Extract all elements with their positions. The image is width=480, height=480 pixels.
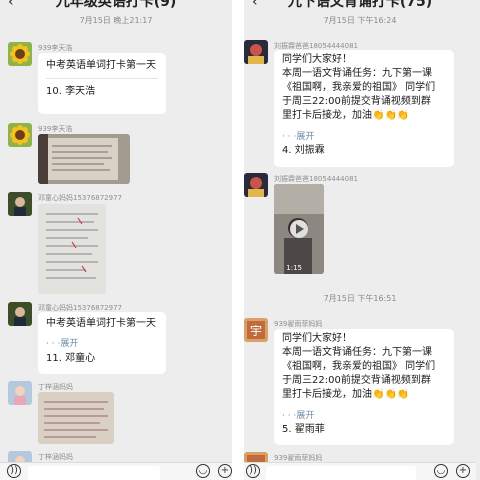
card-entry: 4. 刘振霖: [282, 145, 325, 156]
card-entry: 5. 翟雨菲: [282, 424, 325, 435]
avatar-user[interactable]: [8, 381, 32, 405]
photo-notebook[interactable]: [38, 134, 130, 184]
sender-name: 939李天浩: [38, 125, 73, 133]
sender-name: 丁梓涵妈妈: [38, 383, 73, 391]
avatar-user[interactable]: [244, 40, 268, 64]
video-duration: 1:15: [286, 264, 302, 272]
solitaire-card[interactable]: 中考英语单词打卡第一天 · · ·展开 11. 邓童心: [38, 312, 166, 374]
message-input[interactable]: [266, 466, 416, 480]
card-line: 同学们大家好！: [282, 333, 352, 344]
card-line: 于周三22:00前提交背诵视频到群: [282, 96, 431, 107]
ellipsis: · · ·: [46, 339, 61, 349]
expand-link[interactable]: 展开: [296, 132, 314, 142]
avatar-user[interactable]: [244, 173, 268, 197]
avatar-user[interactable]: [8, 192, 32, 216]
card-entry: 11. 邓童心: [46, 353, 96, 364]
expand-row[interactable]: · · ·展开: [274, 410, 454, 422]
chat-title: 九下语文背诵打卡(75): [287, 0, 433, 10]
solitaire-card[interactable]: 同学们大家好！ 本周一语文背诵任务：九下第一课 《祖国啊，我亲爱的祖国》 同学们…: [274, 329, 454, 445]
chat-pane-english: ‹ 九年级英语打卡(9) 7月15日 晚上21:17 939李天浩 中考英语单词…: [0, 0, 232, 480]
timestamp: 7月15日 晚上21:17: [79, 16, 153, 25]
chat-header: ‹ 九下语文背诵打卡(75): [244, 0, 476, 10]
chat-pane-chinese: ‹ 九下语文背诵打卡(75) 7月15日 下午16:24 刘振霖爸爸180544…: [244, 0, 476, 480]
voice-icon[interactable]: )): [246, 464, 260, 478]
avatar-user[interactable]: [8, 302, 32, 326]
card-line: 里打卡后接龙，加油👏👏👏: [282, 110, 410, 121]
emoji-icon[interactable]: ◡: [434, 464, 448, 478]
pane-divider: [232, 0, 244, 480]
input-bar: )) ◡ +: [0, 462, 232, 480]
card-line: 同学们大家好！: [282, 54, 352, 65]
card-line: 于周三22:00前提交背诵视频到群: [282, 375, 431, 386]
card-line: 里打卡后接龙，加油👏👏👏: [282, 389, 410, 400]
photo-worksheet[interactable]: [38, 204, 106, 294]
timestamp: 7月15日 下午16:24: [323, 16, 397, 25]
card-line: 本周一语文背诵任务：九下第一课: [282, 347, 432, 358]
plus-icon[interactable]: +: [456, 464, 470, 478]
card-title: 中考英语单词打卡第一天: [46, 318, 156, 329]
expand-link[interactable]: 展开: [60, 339, 78, 349]
input-bar: )) ◡ +: [244, 462, 476, 480]
solitaire-card[interactable]: 同学们大家好！ 本周一语文背诵任务：九下第一课 《祖国啊，我亲爱的祖国》 同学们…: [274, 50, 454, 167]
voice-icon[interactable]: )): [7, 464, 21, 478]
expand-row[interactable]: · · ·展开: [274, 131, 454, 143]
sender-name: 939翟雨菲妈妈: [274, 320, 323, 328]
chat-title: 九年级英语打卡(9): [55, 0, 177, 10]
avatar-sunflower[interactable]: [8, 42, 32, 66]
sender-name: 邓童心妈妈15376872977: [38, 194, 122, 202]
ellipsis: · · ·: [282, 132, 297, 142]
video-thumbnail[interactable]: 1:15: [274, 184, 324, 274]
ellipsis: · · ·: [282, 411, 297, 421]
plus-icon[interactable]: +: [218, 464, 232, 478]
card-entry: 10. 李天浩: [46, 86, 96, 97]
avatar-user[interactable]: 宇: [244, 318, 268, 342]
card-line: 《祖国啊，我亲爱的祖国》 同学们: [282, 82, 436, 93]
svg-text:宇: 宇: [250, 324, 262, 338]
photo-notebook[interactable]: [38, 392, 114, 444]
emoji-icon[interactable]: ◡: [196, 464, 210, 478]
chat-header: ‹ 九年级英语打卡(9): [0, 0, 232, 10]
timestamp: 7月15日 下午16:51: [323, 294, 397, 303]
card-line: 《祖国啊，我亲爱的祖国》 同学们: [282, 361, 436, 372]
solitaire-card[interactable]: 中考英语单词打卡第一天 10. 李天浩: [38, 53, 166, 114]
expand-row[interactable]: · · ·展开: [38, 338, 166, 350]
sender-name: 丁梓涵妈妈: [38, 453, 73, 461]
sender-name: 刘振霖爸爸18054444081: [274, 175, 358, 183]
message-input[interactable]: [28, 466, 160, 480]
sender-name: 939李天浩: [38, 44, 73, 52]
divider: [46, 78, 158, 79]
card-line: 本周一语文背诵任务：九下第一课: [282, 68, 432, 79]
expand-link[interactable]: 展开: [296, 411, 314, 421]
avatar-sunflower[interactable]: [8, 123, 32, 147]
card-title: 中考英语单词打卡第一天: [46, 60, 156, 71]
